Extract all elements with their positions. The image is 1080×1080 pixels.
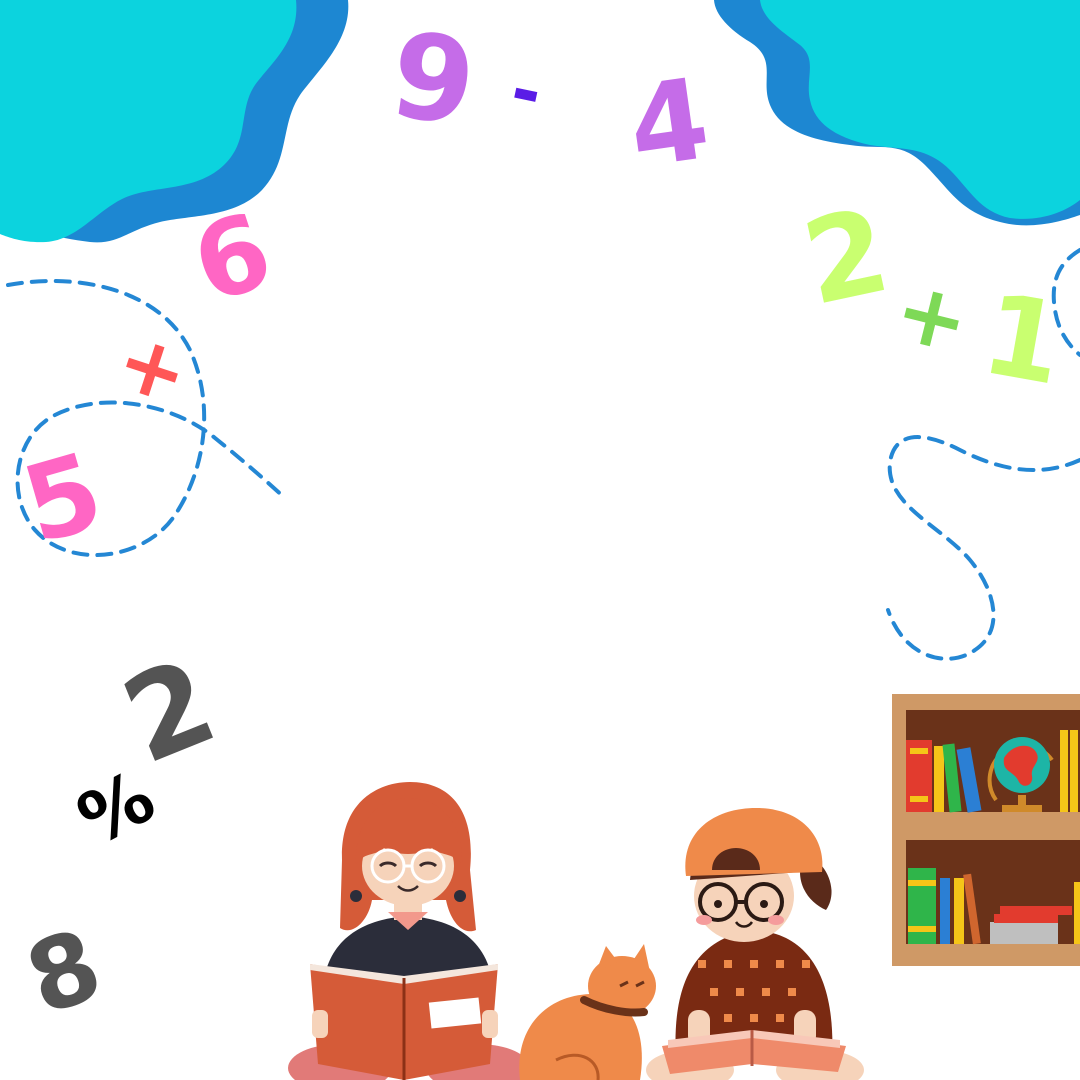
- bookshelf-illustration: [892, 694, 1080, 966]
- girl-reading-book-illustration: [288, 782, 530, 1080]
- boy-reading-book-illustration: [646, 808, 864, 1080]
- illustration-layer: [288, 694, 1080, 1080]
- math-poster-canvas: 9 - 4 6 2 + 1 + 5 2 % 8: [0, 0, 1080, 1080]
- cat-illustration: [519, 944, 656, 1080]
